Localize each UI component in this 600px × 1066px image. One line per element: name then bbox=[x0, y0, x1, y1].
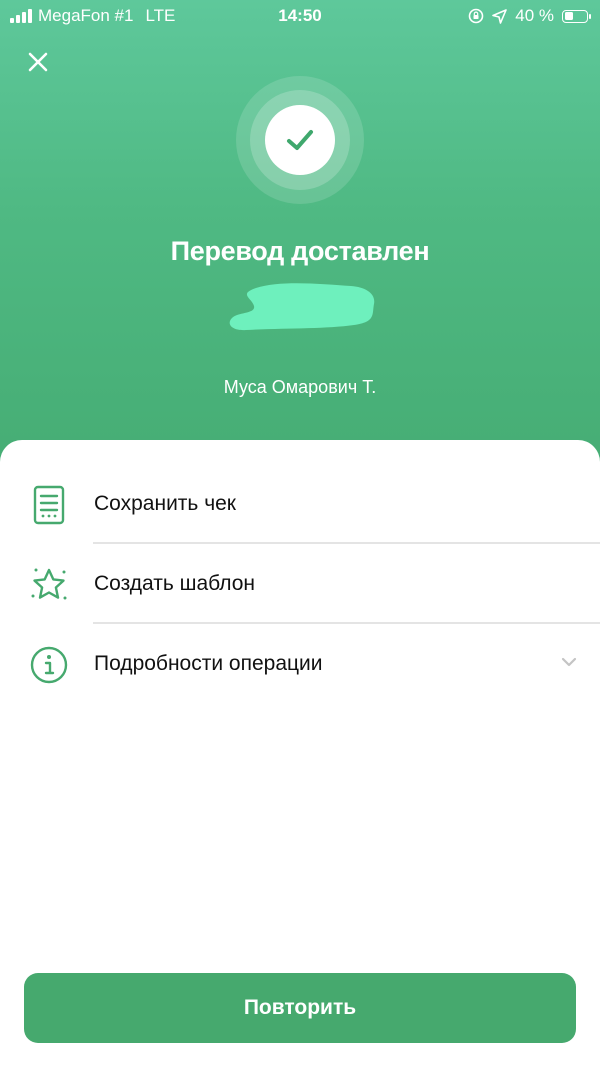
page-title: Перевод доставлен bbox=[170, 236, 430, 266]
orientation-lock-icon bbox=[468, 8, 484, 24]
operation-details-item[interactable]: Подробности операции bbox=[0, 624, 600, 704]
actions-sheet: Сохранить чек Создать шаблон Подробности… bbox=[0, 440, 600, 1066]
redacted-amount bbox=[229, 283, 375, 331]
checkmark-icon bbox=[287, 130, 313, 150]
success-badge bbox=[236, 76, 364, 204]
success-badge-circle bbox=[265, 105, 335, 175]
status-right: 40 % bbox=[468, 6, 591, 26]
battery-percent: 40 % bbox=[515, 6, 554, 25]
info-icon bbox=[30, 646, 68, 684]
location-icon bbox=[492, 8, 508, 24]
create-template-label: Создать шаблон bbox=[94, 572, 256, 595]
battery-icon bbox=[562, 9, 591, 23]
save-receipt-label: Сохранить чек bbox=[94, 492, 236, 515]
operation-details-label: Подробности операции bbox=[94, 652, 323, 675]
battery-level bbox=[564, 12, 573, 20]
save-receipt-item[interactable]: Сохранить чек bbox=[0, 464, 600, 544]
create-template-item[interactable]: Создать шаблон bbox=[0, 544, 600, 624]
status-bar: MegaFon #1 LTE 14:50 40 % bbox=[0, 0, 600, 34]
star-icon bbox=[31, 568, 67, 600]
recipient-name: Муса Омарович Т. bbox=[223, 377, 377, 397]
success-header: MegaFon #1 LTE 14:50 40 % Перевод достав… bbox=[0, 0, 600, 470]
success-badge-ring bbox=[250, 90, 350, 190]
receipt-icon bbox=[33, 485, 65, 525]
close-button[interactable] bbox=[20, 44, 56, 80]
close-icon bbox=[28, 52, 48, 72]
chevron-down-icon bbox=[561, 657, 577, 667]
transfer-success-screen: MegaFon #1 LTE 14:50 40 % Перевод достав… bbox=[0, 0, 600, 1066]
repeat-button[interactable]: Повторить bbox=[24, 973, 576, 1043]
